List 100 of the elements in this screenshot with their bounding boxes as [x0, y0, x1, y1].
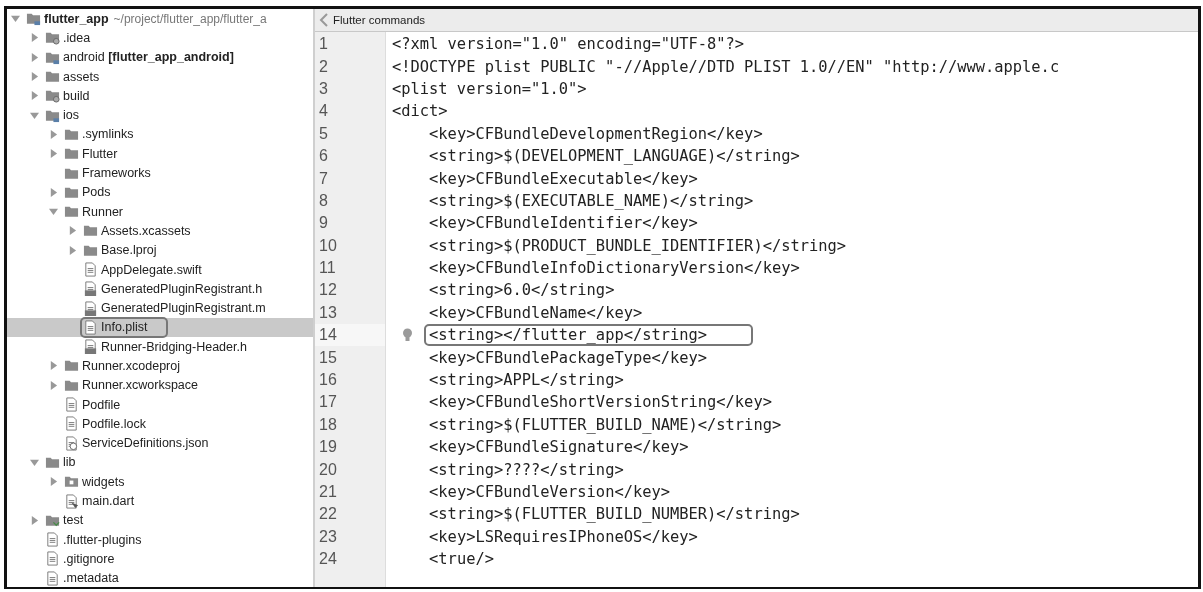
tree-row[interactable]: widgets	[7, 472, 313, 492]
lightbulb-icon[interactable]	[402, 328, 413, 343]
cpp-file-icon	[83, 339, 98, 355]
line-number: 24	[318, 549, 338, 570]
tree-row[interactable]: Runner-Bridging-Header.h	[7, 337, 313, 357]
collapse-arrow-icon[interactable]	[49, 207, 58, 217]
expand-arrow-icon[interactable]	[30, 515, 39, 525]
folder-icon	[64, 146, 79, 162]
module-folder-icon	[26, 11, 41, 27]
tree-row[interactable]: Frameworks	[7, 163, 313, 183]
tree-row[interactable]: Podfile	[7, 394, 313, 415]
tree-item-label: .idea	[63, 30, 91, 45]
tree-item-label: .metadata	[63, 571, 119, 586]
line-number: 20	[318, 459, 338, 480]
tree-item-label: android [flutter_app_android]	[63, 50, 234, 65]
tree-item-label: AppDelegate.swift	[101, 262, 202, 277]
tree-item-label: Frameworks	[82, 166, 151, 180]
tree-item-label: test	[63, 513, 84, 528]
tree-row[interactable]: .flutter-plugins	[7, 530, 313, 550]
line-number: 23	[318, 526, 338, 547]
tree-item-label: Podfile	[82, 397, 121, 412]
folder-icon	[64, 358, 79, 374]
code-line: <string>$(PRODUCT_BUNDLE_IDENTIFIER)</string>	[428, 235, 847, 256]
tree-row[interactable]: android [flutter_app_android]	[7, 47, 313, 67]
tree-item-label: Base.lproj	[101, 243, 157, 258]
tree-row[interactable]: Base.lproj	[7, 240, 313, 260]
folder-icon	[45, 69, 60, 85]
tree-item-label: Assets.xcassets	[101, 223, 191, 238]
tree-row[interactable]: ios	[7, 105, 313, 125]
tree-item-label: build	[63, 88, 90, 103]
tree-row[interactable]: .symlinks	[7, 124, 313, 145]
expand-arrow-icon[interactable]	[49, 477, 58, 487]
code-line: <string>$(FLUTTER_BUILD_NAME)</string>	[428, 414, 782, 435]
file-icon	[45, 551, 60, 567]
file-icon	[83, 319, 98, 335]
tree-row[interactable]: Runner	[7, 201, 313, 222]
tree-row[interactable]: Assets.xcassets	[7, 221, 313, 241]
expand-arrow-icon[interactable]	[68, 226, 77, 236]
expand-arrow-icon[interactable]	[49, 187, 58, 197]
expand-arrow-icon[interactable]	[49, 129, 58, 139]
tree-item-label: .flutter-plugins	[63, 532, 142, 547]
code-line: <key>CFBundlePackageType</key>	[428, 347, 708, 368]
project-name: flutter_app	[44, 11, 109, 26]
tree-row[interactable]: Info.plist	[7, 317, 313, 338]
line-number: 14	[315, 324, 385, 347]
tree-row[interactable]: AppDelegate.swift	[7, 259, 313, 280]
line-number: 11	[318, 258, 337, 279]
code-line: <dict>	[391, 101, 448, 122]
expand-arrow-icon[interactable]	[30, 91, 39, 101]
expand-arrow-icon[interactable]	[30, 52, 39, 62]
code-line: <?xml version="1.0" encoding="UTF-8"?>	[391, 34, 745, 55]
expand-arrow-icon[interactable]	[49, 149, 58, 159]
code-line: <key>LSRequiresIPhoneOS</key>	[428, 526, 698, 547]
header-title: Flutter commands	[333, 14, 426, 26]
package-folder-icon	[64, 474, 79, 490]
tree-row[interactable]: Flutter	[7, 144, 313, 164]
expand-arrow-icon[interactable]	[30, 33, 39, 43]
expand-arrow-icon[interactable]	[30, 72, 39, 82]
code-line: <!DOCTYPE plist PUBLIC "-//Apple//DTD PLIST 1.0//EN" "http://www.apple.c	[391, 56, 1060, 77]
file-icon	[83, 262, 98, 277]
tree-item-label: Runner-Bridging-Header.h	[101, 339, 247, 354]
collapse-arrow-icon[interactable]	[30, 457, 39, 467]
line-number: 13	[318, 302, 338, 323]
tree-item-label: Info.plist	[101, 320, 148, 335]
code-line: <string>????</string>	[428, 459, 624, 480]
tree-row[interactable]: lib	[7, 452, 313, 473]
expand-arrow-icon[interactable]	[49, 361, 58, 371]
tree-row[interactable]: build	[7, 86, 313, 106]
tree-item-label: Runner	[82, 204, 123, 219]
cpp-file-icon	[83, 281, 98, 297]
tree-row[interactable]: assets	[7, 66, 313, 87]
code-line: <key>CFBundleInfoDictionaryVersion</key>	[428, 258, 800, 279]
tree-item-label: .symlinks	[82, 127, 134, 142]
tree-row[interactable]: Pods	[7, 182, 313, 202]
tree-row[interactable]: .idea	[7, 28, 313, 48]
tree-row[interactable]: GeneratedPluginRegistrant.h	[7, 279, 313, 299]
tree-row[interactable]: main.dart	[7, 491, 313, 511]
json-file-icon	[64, 435, 79, 451]
line-number: 22	[318, 504, 338, 525]
tree-row[interactable]: Runner.xcworkspace	[7, 375, 313, 395]
collapse-arrow-icon[interactable]	[11, 14, 20, 24]
tree-row[interactable]: .metadata	[7, 568, 313, 587]
line-number: 15	[318, 347, 338, 368]
tree-item-label: assets	[63, 69, 100, 84]
tree-row[interactable]: ServiceDefinitions.json	[7, 433, 313, 453]
tree-row[interactable]: flutter_app ~/project/flutter_app/flutter_a	[7, 9, 313, 29]
tree-row[interactable]: .gitignore	[7, 549, 313, 569]
collapse-arrow-icon[interactable]	[30, 110, 39, 120]
tree-row[interactable]: test	[7, 510, 313, 530]
line-number: 16	[318, 370, 338, 391]
expand-arrow-icon[interactable]	[49, 380, 58, 390]
tree-row[interactable]: Runner.xcodeproj	[7, 356, 313, 376]
tree-item-label: .gitignore	[63, 551, 115, 566]
expand-arrow-icon[interactable]	[68, 245, 77, 255]
code-line: <key>CFBundleShortVersionString</key>	[428, 392, 772, 413]
tree-row[interactable]: GeneratedPluginRegistrant.m	[7, 298, 313, 318]
line-number: 3	[318, 78, 329, 99]
line-number: 7	[318, 168, 329, 189]
line-number: 6	[318, 146, 329, 167]
tree-row[interactable]: Podfile.lock	[7, 414, 313, 434]
